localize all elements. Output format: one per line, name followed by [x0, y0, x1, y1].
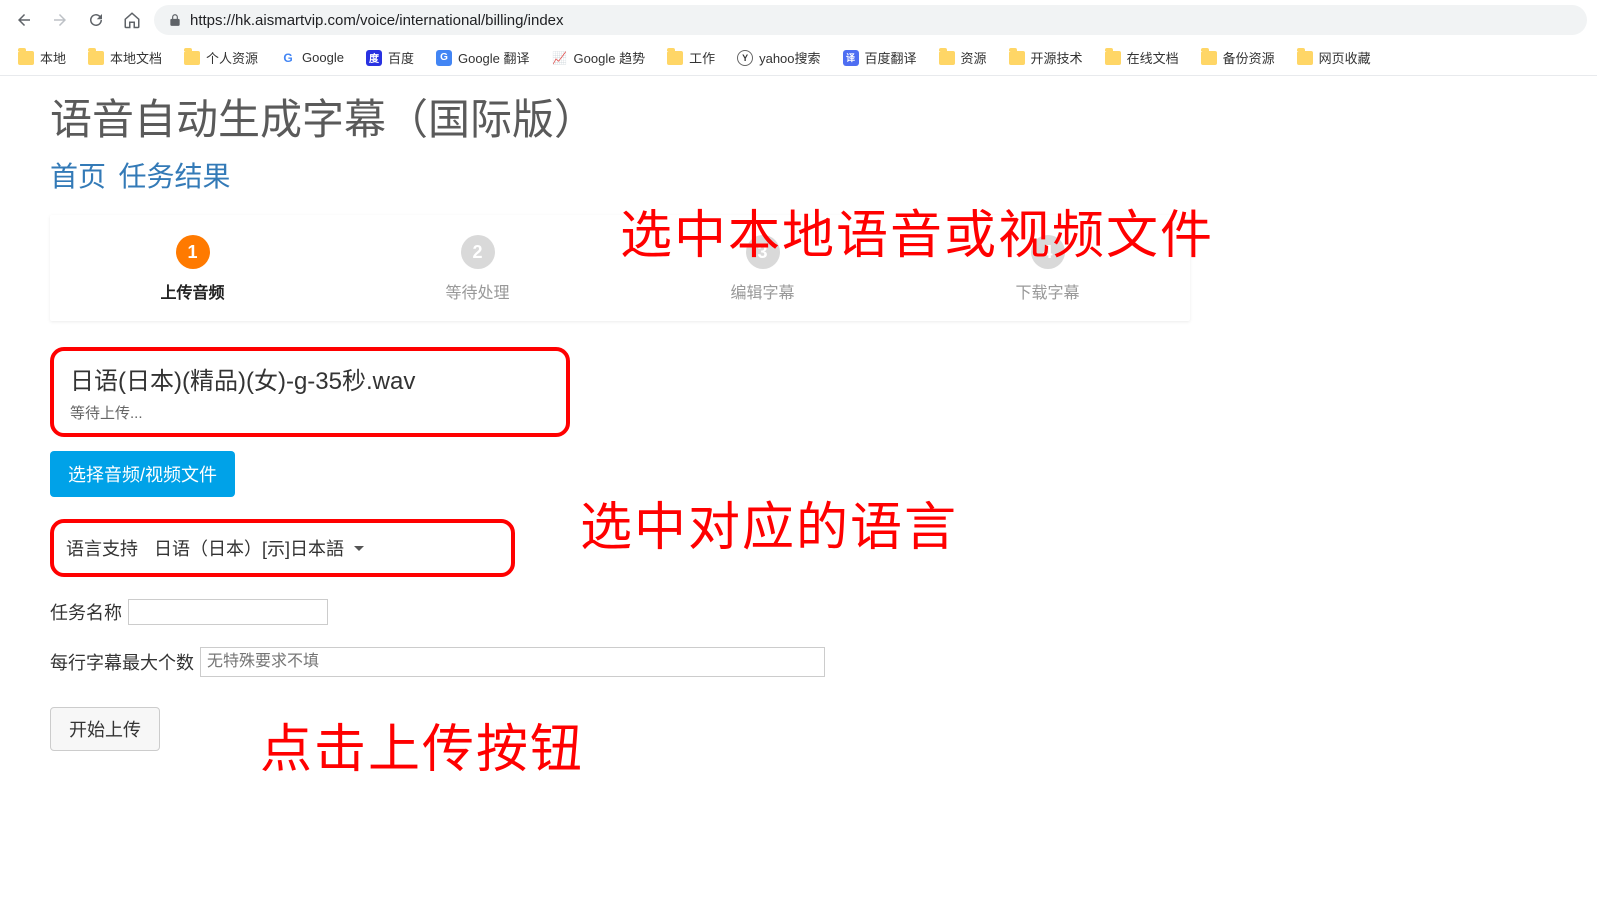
folder-icon	[1009, 51, 1025, 65]
language-annotation-box: 语言支持 日语（日本）[示]日本語	[50, 519, 515, 577]
back-button[interactable]	[10, 6, 38, 34]
bookmark-label: 本地文档	[110, 48, 162, 67]
bookmark-item[interactable]: 在线文档	[1097, 44, 1187, 71]
baidu-icon: 度	[366, 50, 382, 66]
step-label: 下载字幕	[905, 279, 1190, 303]
bookmark-label: 工作	[689, 48, 715, 67]
language-value: 日语（日本）[示]日本語	[154, 535, 344, 561]
task-name-row: 任务名称	[50, 599, 1547, 625]
language-label: 语言支持	[66, 535, 138, 561]
step-item: 2 等待处理	[335, 235, 620, 303]
reload-button[interactable]	[82, 6, 110, 34]
step-item: 1 上传音频	[50, 235, 335, 303]
browser-toolbar: https://hk.aismartvip.com/voice/internat…	[0, 0, 1597, 40]
bookmark-item[interactable]: 📈 Google 趋势	[544, 44, 654, 71]
bookmark-item[interactable]: 度百度	[358, 44, 422, 71]
folder-icon	[1297, 51, 1313, 65]
task-name-label: 任务名称	[50, 599, 122, 625]
bookmarks-bar: 本地 本地文档 个人资源 G Google 度百度 G Google 翻译 📈 Google 趋势…	[0, 40, 1597, 76]
home-icon	[123, 11, 141, 29]
url-text: https://hk.aismartvip.com/voice/internat…	[190, 12, 564, 29]
folder-icon	[667, 51, 683, 65]
google-translate-icon: G	[436, 50, 452, 66]
arrow-left-icon	[15, 11, 33, 29]
google-icon: G	[280, 50, 296, 66]
home-button[interactable]	[118, 6, 146, 34]
page-title: 语音自动生成字幕（国际版）	[50, 86, 1547, 147]
breadcrumb-results[interactable]: 任务结果	[118, 161, 230, 192]
folder-icon	[939, 51, 955, 65]
address-bar[interactable]: https://hk.aismartvip.com/voice/internat…	[154, 5, 1587, 35]
bookmark-label: 百度	[388, 48, 414, 67]
upload-status: 等待上传...	[70, 402, 550, 423]
bookmark-label: Google 翻译	[458, 48, 530, 67]
trends-icon: 📈	[552, 50, 568, 66]
folder-icon	[1105, 51, 1121, 65]
bookmark-label: 网页收藏	[1319, 48, 1371, 67]
yahoo-icon: Y	[737, 50, 753, 66]
bookmark-item[interactable]: 译百度翻译	[835, 44, 925, 71]
bookmark-item[interactable]: 本地文档	[80, 44, 170, 71]
bookmark-item[interactable]: G Google 翻译	[428, 44, 538, 71]
page-content: 语音自动生成字幕（国际版） 首页 任务结果 1上传音频2等待处理3编辑字幕4下载…	[0, 76, 1597, 761]
bookmark-label: Google 趋势	[574, 48, 646, 67]
step-number: 2	[461, 235, 495, 269]
lock-icon	[168, 13, 182, 27]
max-chars-row: 每行字幕最大个数	[50, 647, 1547, 677]
bookmark-item[interactable]: 开源技术	[1001, 44, 1091, 71]
step-label: 上传音频	[50, 279, 335, 303]
annotation-select-file: 选中本地语音或视频文件	[620, 204, 1320, 269]
folder-icon	[18, 51, 34, 65]
bookmark-label: 资源	[961, 48, 987, 67]
task-name-input[interactable]	[128, 599, 328, 625]
step-label: 编辑字幕	[620, 279, 905, 303]
forward-button[interactable]	[46, 6, 74, 34]
bookmark-label: 百度翻译	[865, 48, 917, 67]
bookmark-label: 备份资源	[1223, 48, 1275, 67]
bookmark-item[interactable]: 个人资源	[176, 44, 266, 71]
baidu-translate-icon: 译	[843, 50, 859, 66]
bookmark-label: yahoo搜索	[759, 48, 820, 67]
reload-icon	[87, 11, 105, 29]
bookmark-item[interactable]: 备份资源	[1193, 44, 1283, 71]
selected-file-name: 日语(日本)(精品)(女)-g-35秒.wav	[70, 361, 550, 396]
folder-icon	[184, 51, 200, 65]
bookmark-item[interactable]: 资源	[931, 44, 995, 71]
folder-icon	[1201, 51, 1217, 65]
bookmark-item[interactable]: 网页收藏	[1289, 44, 1379, 71]
bookmark-label: 本地	[40, 48, 66, 67]
annotation-click-upload: 点击上传按钮	[260, 718, 584, 783]
bookmark-label: 在线文档	[1127, 48, 1179, 67]
breadcrumb: 首页 任务结果	[50, 155, 1547, 195]
language-dropdown[interactable]: 日语（日本）[示]日本語	[148, 531, 370, 565]
bookmark-label: Google	[302, 50, 344, 65]
bookmark-label: 开源技术	[1031, 48, 1083, 67]
bookmark-item[interactable]: Yyahoo搜索	[729, 44, 828, 71]
annotation-select-language: 选中对应的语言	[580, 496, 958, 561]
bookmark-item[interactable]: G Google	[272, 46, 352, 70]
arrow-right-icon	[51, 11, 69, 29]
file-upload-annotation-box: 日语(日本)(精品)(女)-g-35秒.wav 等待上传...	[50, 347, 570, 437]
bookmark-item[interactable]: 工作	[659, 44, 723, 71]
max-chars-input[interactable]	[200, 647, 825, 677]
step-number: 1	[176, 235, 210, 269]
breadcrumb-home[interactable]: 首页	[50, 161, 106, 192]
start-upload-button[interactable]: 开始上传	[50, 707, 160, 751]
bookmark-label: 个人资源	[206, 48, 258, 67]
step-label: 等待处理	[335, 279, 620, 303]
max-chars-label: 每行字幕最大个数	[50, 649, 194, 675]
folder-icon	[88, 51, 104, 65]
select-file-button[interactable]: 选择音频/视频文件	[50, 451, 235, 497]
bookmark-item[interactable]: 本地	[10, 44, 74, 71]
caret-down-icon	[354, 546, 364, 551]
